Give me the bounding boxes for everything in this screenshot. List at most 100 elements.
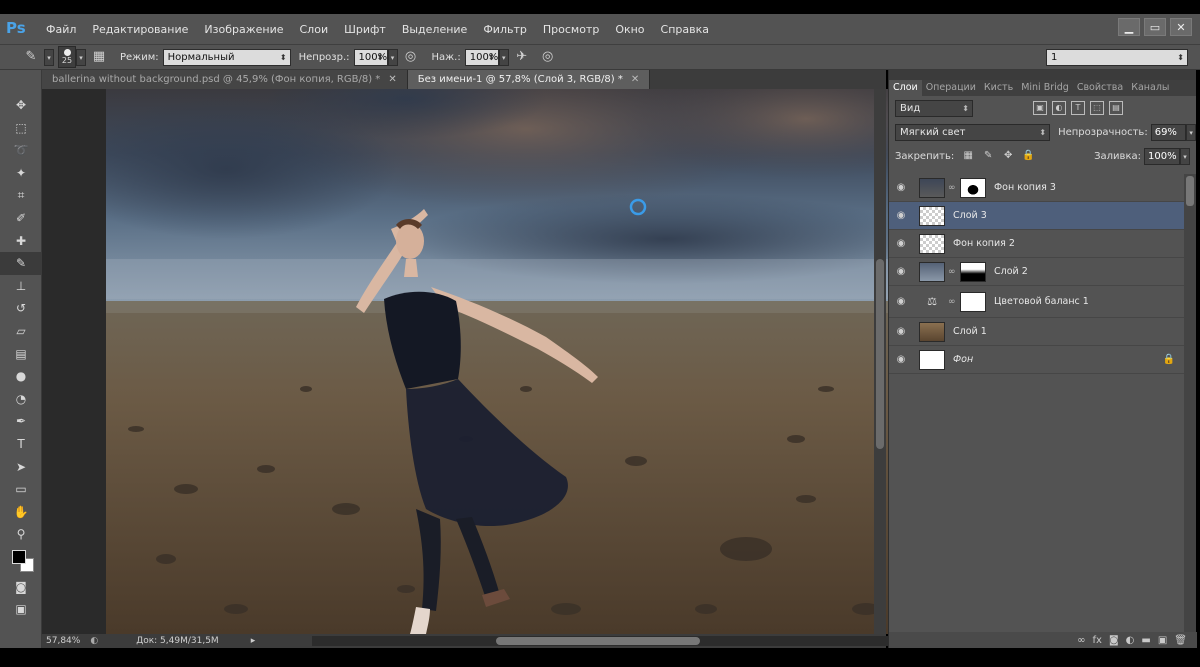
tab-mini-bridge[interactable]: Mini Bridg [1017, 80, 1073, 96]
brush-size-picker[interactable]: 25 [58, 46, 76, 68]
layer-filter-kind-select[interactable]: Вид [895, 99, 973, 117]
mode-select[interactable]: Нормальный [162, 48, 291, 66]
layer-row[interactable]: ◉ ∞ Слой 2 [889, 258, 1185, 286]
close-tab-icon[interactable]: ✕ [388, 74, 396, 85]
new-layer-icon[interactable]: ▣ [1158, 635, 1167, 646]
layer-row-selected[interactable]: ◉ Слой 3 [889, 202, 1185, 230]
brush-icon[interactable]: ✎ [0, 252, 42, 275]
lock-all-icon[interactable]: 🔒 [1022, 150, 1034, 162]
brush-panel-icon[interactable]: ▦ [90, 48, 108, 66]
flow-dropdown[interactable]: ▾ [498, 48, 509, 66]
visibility-eye-icon[interactable]: ◉ [889, 210, 913, 221]
layer-row[interactable]: ◉ Слой 1 [889, 318, 1185, 346]
trash-icon[interactable]: 🗑 [1174, 635, 1187, 646]
lock-image-icon[interactable]: ✎ [982, 150, 994, 162]
layer-mask-thumbnail[interactable] [960, 261, 986, 282]
lock-position-icon[interactable]: ✥ [1002, 150, 1014, 162]
opacity-dropdown[interactable]: ▾ [387, 48, 398, 66]
visibility-eye-icon[interactable]: ◉ [889, 266, 913, 277]
close-tab-icon[interactable]: ✕ [631, 74, 639, 85]
fill-dropdown[interactable]: ▾ [1180, 147, 1190, 165]
opacity-input[interactable]: 100% [353, 48, 388, 66]
healing-icon[interactable]: ✚ [0, 230, 42, 253]
horizontal-scroll-thumb[interactable] [496, 637, 700, 645]
layer-opacity-dropdown[interactable]: ▾ [1186, 123, 1196, 141]
tab-untitled[interactable]: Без имени-1 @ 57,8% (Слой 3, RGB/8) * ✕ [407, 70, 651, 89]
layers-scrollbar[interactable] [1184, 174, 1196, 644]
dodge-icon[interactable]: ◔ [0, 388, 42, 411]
quick-mask-icon[interactable]: ◙ [0, 576, 42, 599]
menu-window[interactable]: Окно [607, 23, 652, 36]
filter-smart-object-icon[interactable]: ▤ [1109, 101, 1123, 115]
mask-link-icon[interactable]: ∞ [948, 297, 956, 307]
layer-row[interactable]: ◉ Фон копия 2 [889, 230, 1185, 258]
quick-select-icon[interactable]: ✦ [0, 162, 42, 185]
screen-mode-icon[interactable]: ▣ [0, 598, 42, 621]
document-canvas[interactable] [106, 89, 914, 634]
workspace-select[interactable]: 1 [1046, 49, 1188, 66]
brush-preset-dropdown[interactable]: ▾ [76, 48, 86, 66]
layer-row[interactable]: ◉ Фон 🔒 [889, 346, 1185, 374]
close-button[interactable]: ✕ [1170, 18, 1192, 36]
lasso-icon[interactable]: ➰ [0, 139, 42, 162]
new-group-icon[interactable]: ▬ [1141, 635, 1150, 646]
type-icon[interactable]: T [0, 433, 42, 456]
eyedropper-icon[interactable]: ✐ [0, 207, 42, 230]
tab-brush[interactable]: Кисть [980, 80, 1017, 96]
visibility-eye-icon[interactable]: ◉ [889, 182, 913, 193]
tab-channels[interactable]: Каналы [1127, 80, 1173, 96]
visibility-eye-icon[interactable]: ◉ [889, 326, 913, 337]
menu-type[interactable]: Шрифт [336, 23, 394, 36]
menu-layers[interactable]: Слои [292, 23, 337, 36]
brush-tool-icon[interactable]: ✎ [22, 48, 40, 66]
filter-pixel-icon[interactable]: ▣ [1033, 101, 1047, 115]
menu-image[interactable]: Изображение [196, 23, 291, 36]
fill-input[interactable]: 100% [1144, 147, 1180, 165]
canvas-area[interactable] [42, 89, 914, 634]
filter-adjustment-icon[interactable]: ◐ [1052, 101, 1066, 115]
history-brush-icon[interactable]: ↺ [0, 297, 42, 320]
tab-layers[interactable]: Слои [889, 80, 922, 96]
link-layers-icon[interactable]: ∞ [1077, 635, 1085, 646]
zoom-level[interactable]: 57,84% [46, 636, 80, 646]
canvas-horizontal-scrollbar[interactable] [312, 636, 916, 646]
pressure-size-icon[interactable]: ◎ [539, 48, 557, 66]
layer-mask-thumbnail[interactable] [960, 177, 986, 198]
filter-shape-icon[interactable]: ⬚ [1090, 101, 1104, 115]
pressure-opacity-icon[interactable]: ◎ [402, 48, 420, 66]
menu-help[interactable]: Справка [653, 23, 717, 36]
tab-ballerina[interactable]: ballerina without background.psd @ 45,9%… [42, 70, 408, 89]
menu-edit[interactable]: Редактирование [84, 23, 196, 36]
filter-type-icon[interactable]: T [1071, 101, 1085, 115]
add-mask-icon[interactable]: ◙ [1109, 635, 1119, 646]
stamp-icon[interactable]: ⊥ [0, 275, 42, 298]
layer-style-icon[interactable]: fx [1093, 635, 1102, 646]
tab-actions[interactable]: Операции [922, 80, 980, 96]
airbrush-icon[interactable]: ✈ [513, 48, 531, 66]
layer-row[interactable]: ◉ ⚖ ∞ Цветовой баланс 1 [889, 286, 1185, 318]
new-adjustment-icon[interactable]: ◐ [1126, 635, 1135, 646]
flow-input[interactable]: 100% [464, 48, 499, 66]
pen-icon[interactable]: ✒ [0, 410, 42, 433]
foreground-color-swatch[interactable] [12, 549, 26, 564]
maximize-button[interactable]: ▭ [1144, 18, 1166, 36]
move-icon[interactable]: ✥ [0, 94, 42, 117]
mask-link-icon[interactable]: ∞ [948, 183, 956, 193]
zoom-icon[interactable]: ⚲ [0, 523, 42, 546]
status-info-icon[interactable]: ◐ [90, 636, 98, 646]
mask-link-icon[interactable]: ∞ [948, 267, 956, 277]
eraser-icon[interactable]: ▱ [0, 320, 42, 343]
blur-icon[interactable]: ● [0, 365, 42, 388]
layer-row[interactable]: ◉ ∞ Фон копия 3 [889, 174, 1185, 202]
visibility-eye-icon[interactable]: ◉ [889, 238, 913, 249]
tool-preset-dropdown[interactable]: ▾ [44, 48, 54, 66]
layer-opacity-input[interactable]: 69% [1150, 123, 1187, 141]
marquee-icon[interactable]: ⬚ [0, 117, 42, 140]
blend-mode-select[interactable]: Мягкий свет [895, 123, 1051, 141]
menu-file[interactable]: Файл [38, 23, 84, 36]
tab-properties[interactable]: Свойства [1073, 80, 1127, 96]
visibility-eye-icon[interactable]: ◉ [889, 296, 913, 307]
menu-view[interactable]: Просмотр [535, 23, 607, 36]
layers-scroll-thumb[interactable] [1186, 176, 1194, 206]
crop-icon[interactable]: ⌗ [0, 184, 42, 207]
